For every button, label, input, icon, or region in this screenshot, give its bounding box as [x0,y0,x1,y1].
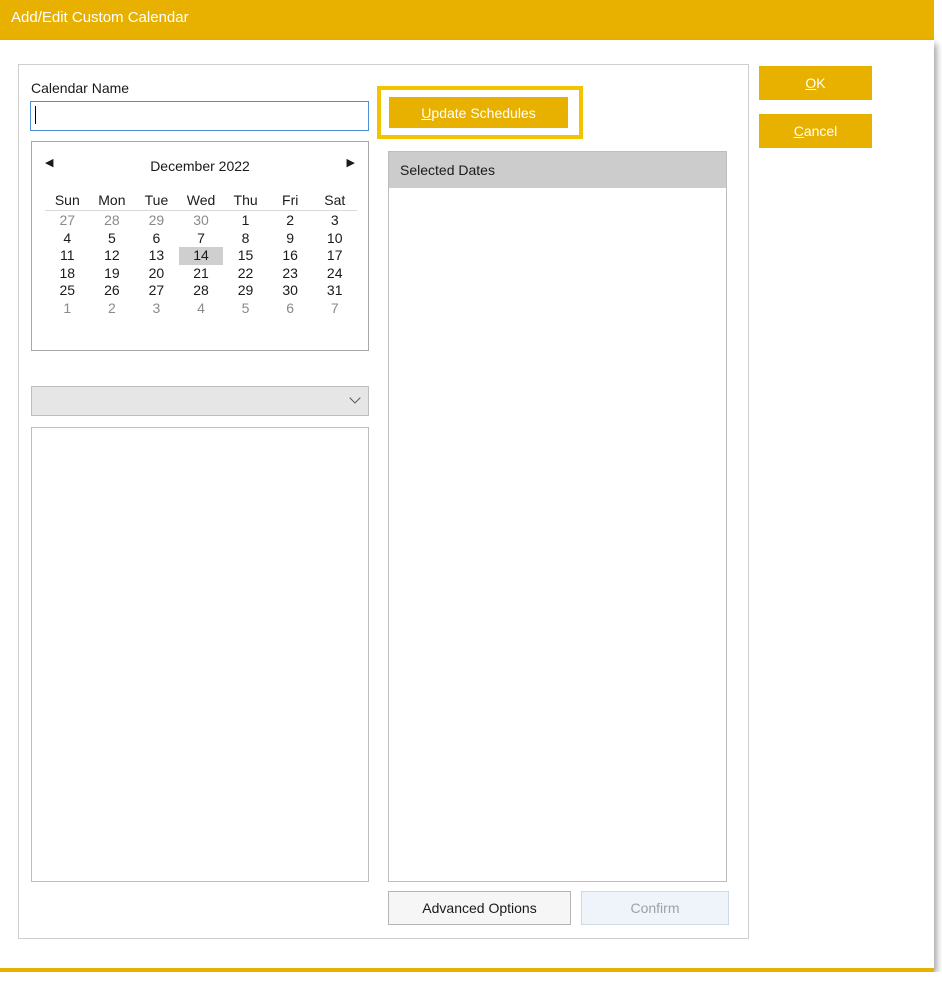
weekday-label: Thu [233,192,258,208]
calendar-day[interactable]: 27 [134,282,179,300]
confirm-button[interactable]: Confirm [581,891,729,925]
weekday-label: Fri [282,192,299,208]
calendar-day[interactable]: 7 [179,230,224,248]
calendar-type-dropdown[interactable] [31,386,369,416]
calendar-day[interactable]: 30 [268,282,313,300]
calendar-day[interactable]: 3 [312,212,357,230]
weekday-header-row: Sun Mon Tue Wed Thu Fri Sat [45,192,357,211]
weekday-label: Mon [98,192,126,208]
next-month-arrow-icon[interactable]: ▶ [347,156,355,169]
ok-button[interactable]: OK [759,66,872,100]
weekday-label: Tue [144,192,169,208]
selected-dates-header: Selected Dates [389,152,726,188]
calendar-day[interactable]: 2 [268,212,313,230]
weekday-label: Sun [54,192,80,208]
calendar-day[interactable]: 8 [223,230,268,248]
weekday-label: Sat [324,192,346,208]
calendar-day[interactable]: 25 [45,282,90,300]
cancel-button[interactable]: Cancel [759,114,872,148]
calendar-name-label: Calendar Name [31,80,130,96]
calendar-day[interactable]: 28 [90,212,135,230]
calendar-items-list[interactable] [31,427,369,882]
calendar-day[interactable]: 20 [134,265,179,283]
calendar-day[interactable]: 21 [179,265,224,283]
calendar-day[interactable]: 5 [90,230,135,248]
calendar-day[interactable]: 13 [134,247,179,265]
weekday-label: Wed [186,192,216,208]
update-schedules-button[interactable]: Update Schedules [389,97,568,128]
calendar-day[interactable]: 27 [45,212,90,230]
calendar-day[interactable]: 10 [312,230,357,248]
calendar-day-grid: 27 28 29 30 1 2 3 4 5 6 7 8 9 10 11 12 13 14 15 16 17 18 19 20 2… [45,212,357,318]
calendar-day[interactable]: 1 [223,212,268,230]
calendar-day[interactable]: 17 [312,247,357,265]
calendar-day[interactable]: 30 [179,212,224,230]
calendar-day[interactable]: 12 [90,247,135,265]
calendar-day[interactable]: 16 [268,247,313,265]
calendar-day[interactable]: 6 [134,230,179,248]
calendar-day[interactable]: 15 [223,247,268,265]
calendar-day[interactable]: 28 [179,282,224,300]
calendar-day[interactable]: 26 [90,282,135,300]
calendar-day[interactable]: 7 [312,300,357,318]
calendar-day[interactable]: 3 [134,300,179,318]
calendar-day[interactable]: 11 [45,247,90,265]
calendar-day[interactable]: 4 [179,300,224,318]
calendar-day[interactable]: 4 [45,230,90,248]
chevron-down-icon [349,392,361,404]
advanced-options-button[interactable]: Advanced Options [388,891,571,925]
window-title: Add/Edit Custom Calendar [0,0,934,40]
calendar-day[interactable]: 18 [45,265,90,283]
calendar-day[interactable]: 24 [312,265,357,283]
calendar-day[interactable]: 29 [223,282,268,300]
calendar-day-today[interactable]: 14 [178,247,224,265]
selected-dates-list[interactable]: Selected Dates [388,151,727,882]
calendar-month-title: December 2022 [150,158,250,174]
calendar-day[interactable]: 1 [45,300,90,318]
calendar-name-input[interactable] [30,101,369,131]
background [0,972,942,988]
calendar-day[interactable]: 6 [268,300,313,318]
calendar-day[interactable]: 29 [134,212,179,230]
calendar-day[interactable]: 31 [312,282,357,300]
calendar-day[interactable]: 2 [90,300,135,318]
calendar-day[interactable]: 19 [90,265,135,283]
calendar-day[interactable]: 22 [223,265,268,283]
calendar-day[interactable]: 23 [268,265,313,283]
text-caret [35,106,36,124]
calendar-day[interactable]: 5 [223,300,268,318]
calendar-day[interactable]: 9 [268,230,313,248]
month-calendar[interactable]: ◀ December 2022 ▶ Sun Mon Tue Wed Thu Fri Sat … [31,141,369,351]
